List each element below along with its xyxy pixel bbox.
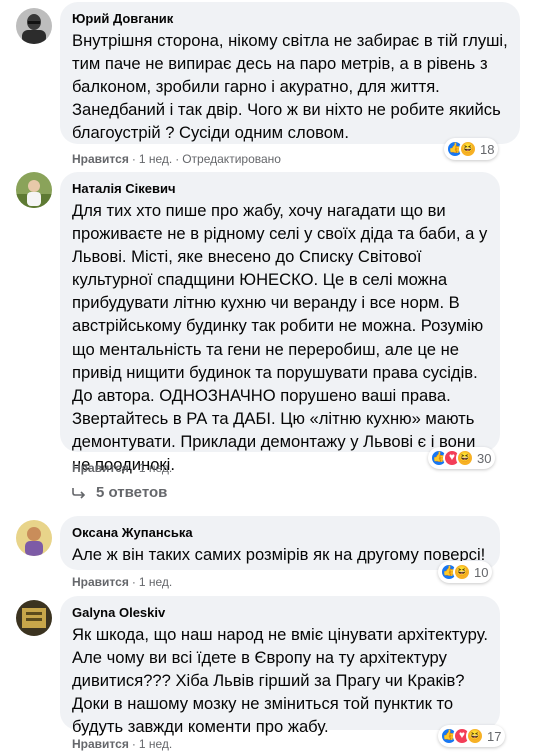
haha-icon: 😆 xyxy=(456,449,474,467)
avatar-photo-icon xyxy=(16,600,52,636)
like-button[interactable]: Нравится xyxy=(72,737,129,751)
timestamp[interactable]: 1 нед. xyxy=(139,575,172,589)
avatar[interactable] xyxy=(16,8,52,44)
avatar[interactable] xyxy=(16,600,52,636)
comment-bubble: Наталія Сікевич Для тих хто пише про жаб… xyxy=(60,172,500,474)
comment-meta: Нравится · 1 нед. xyxy=(72,737,173,751)
comment-bubble: Оксана Жупанська Але ж він таких самих р… xyxy=(60,516,500,570)
reaction-summary[interactable]: 👍 😆 10 xyxy=(438,561,493,583)
reaction-count: 17 xyxy=(487,728,502,744)
comment-bubble: Galyna Oleskiv Як шкода, що наш народ не… xyxy=(60,596,500,736)
like-button[interactable]: Нравится xyxy=(72,575,129,589)
avatar-photo-icon xyxy=(16,520,52,556)
comment-text: Для тих хто пише про жабу, хочу нагадати… xyxy=(72,201,488,475)
reaction-summary[interactable]: 👍 ♥ 😆 30 xyxy=(428,447,496,469)
view-replies-button[interactable]: 5 ответов xyxy=(72,484,167,501)
comment-author[interactable]: Оксана Жупанська xyxy=(72,524,488,541)
timestamp[interactable]: 1 нед. xyxy=(139,152,172,166)
like-button[interactable]: Нравится xyxy=(72,152,129,166)
reaction-count: 18 xyxy=(480,141,495,157)
comment-text: Як шкода, що наш народ не вміє цінувати … xyxy=(72,625,488,737)
edited-label: Отредактировано xyxy=(182,152,281,166)
timestamp[interactable]: 1 нед. xyxy=(139,737,172,751)
avatar-photo-icon xyxy=(16,8,52,44)
haha-icon: 😆 xyxy=(459,140,477,158)
timestamp[interactable]: 1 нед. xyxy=(139,461,172,475)
avatar[interactable] xyxy=(16,172,52,208)
comment-meta: Нравится · 1 нед. xyxy=(72,461,173,475)
reaction-count: 10 xyxy=(474,564,489,580)
comment-text: Але ж він таких самих розмірів як на дру… xyxy=(72,545,486,564)
avatar-photo-icon xyxy=(16,172,52,208)
comment-author[interactable]: Наталія Сікевич xyxy=(72,180,488,197)
comment-meta: Нравится · 1 нед. · Отредактировано xyxy=(72,152,281,166)
reaction-summary[interactable]: 👍 😆 18 xyxy=(444,138,499,160)
like-button[interactable]: Нравится xyxy=(72,461,129,475)
reply-arrow-icon xyxy=(72,487,86,499)
comment-author[interactable]: Galyna Oleskiv xyxy=(72,604,488,621)
comment-text: Внутрішня сторона, нікому світла не заби… xyxy=(72,31,508,143)
haha-icon: 😆 xyxy=(466,727,484,745)
reaction-count: 30 xyxy=(477,450,492,466)
comment-author[interactable]: Юрий Довганик xyxy=(72,10,508,27)
avatar[interactable] xyxy=(16,520,52,556)
reaction-summary[interactable]: 👍 ♥ 😆 17 xyxy=(438,725,506,747)
haha-icon: 😆 xyxy=(453,563,471,581)
replies-count-label: 5 ответов xyxy=(96,484,168,501)
comment-bubble: Юрий Довганик Внутрішня сторона, нікому … xyxy=(60,2,520,144)
comment-meta: Нравится · 1 нед. xyxy=(72,575,173,589)
